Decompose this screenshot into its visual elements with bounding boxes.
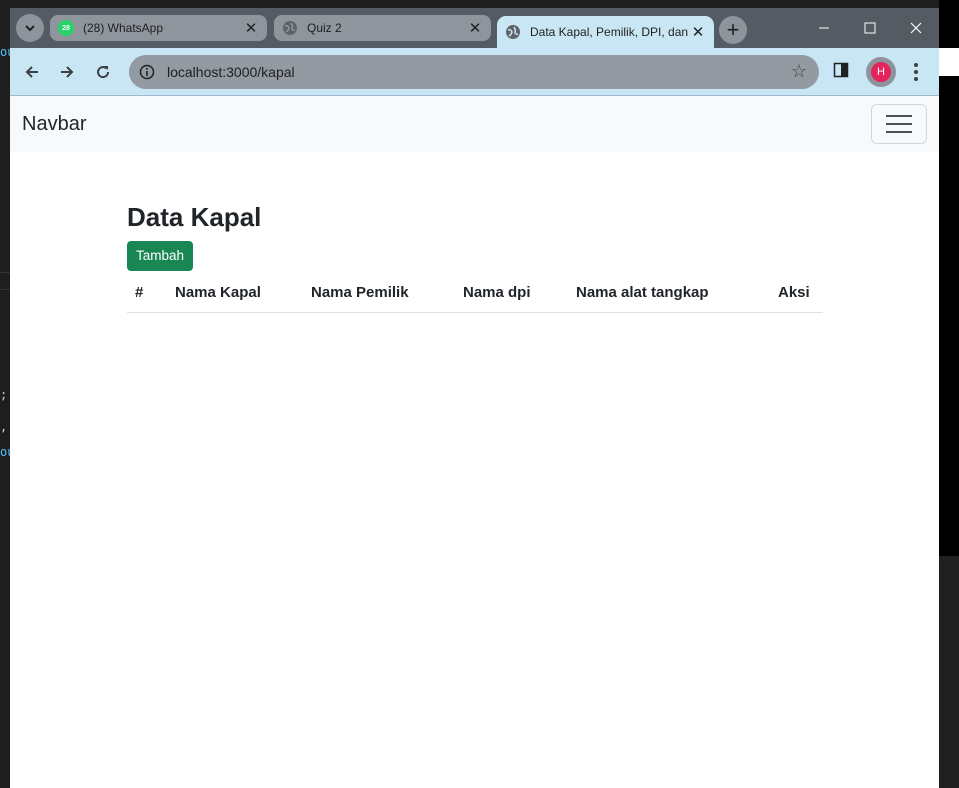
- navbar-brand[interactable]: Navbar: [22, 113, 86, 136]
- globe-icon: [282, 20, 298, 36]
- tab-title: Data Kapal, Pemilik, DPI, dan: [530, 25, 688, 39]
- reload-button[interactable]: [89, 58, 117, 86]
- add-button[interactable]: Tambah: [127, 241, 194, 271]
- page-title: Data Kapal: [127, 202, 262, 232]
- column-header-nama-dpi: Nama dpi: [463, 275, 576, 313]
- column-header-nama-kapal: Nama Kapal: [175, 275, 311, 313]
- close-icon[interactable]: ✕: [465, 19, 485, 37]
- side-panel-button[interactable]: [833, 62, 849, 78]
- code-fragment: ,: [0, 420, 8, 434]
- bookmark-star-icon[interactable]: ☆: [791, 61, 807, 82]
- minimize-icon: [819, 27, 829, 29]
- page-navbar: Navbar: [10, 96, 939, 152]
- avatar: H: [871, 62, 891, 82]
- column-header-aksi: Aksi: [778, 275, 823, 313]
- whatsapp-icon: 28: [58, 20, 74, 36]
- close-icon[interactable]: ✕: [241, 19, 261, 37]
- forward-button[interactable]: [53, 58, 81, 86]
- column-header-number: #: [127, 275, 175, 313]
- chevron-down-icon: [25, 25, 35, 32]
- whatsapp-badge: 28: [62, 24, 70, 32]
- back-button[interactable]: [18, 58, 46, 86]
- tab-strip: 28 (28) WhatsApp ✕ Quiz 2 ✕ Data Kapal, …: [10, 8, 939, 48]
- window-close-button[interactable]: [893, 16, 939, 40]
- reload-icon: [97, 66, 110, 79]
- info-icon[interactable]: [137, 62, 157, 82]
- side-panel-icon: [833, 62, 849, 78]
- browser-menu-button[interactable]: [906, 58, 926, 86]
- background-editor: ou ; , ou: [0, 0, 14, 788]
- maximize-icon: [864, 22, 876, 34]
- minimize-button[interactable]: [801, 16, 847, 40]
- tab-quiz[interactable]: Quiz 2 ✕: [274, 15, 491, 41]
- column-header-nama-pemilik: Nama Pemilik: [311, 275, 463, 313]
- url-text[interactable]: localhost:3000/kapal: [167, 64, 295, 80]
- maximize-button[interactable]: [847, 16, 893, 40]
- tab-data-kapal[interactable]: Data Kapal, Pemilik, DPI, dan ✕: [497, 16, 714, 48]
- column-header-nama-alat-tangkap: Nama alat tangkap: [576, 275, 778, 313]
- address-bar[interactable]: localhost:3000/kapal ☆: [129, 55, 819, 89]
- table-header-row: # Nama Kapal Nama Pemilik Nama dpi Nama …: [127, 275, 823, 313]
- close-icon: [910, 22, 922, 34]
- code-fragment: ;: [0, 388, 8, 402]
- profile-button[interactable]: H: [866, 57, 896, 87]
- editor-divider: [0, 272, 10, 273]
- background-window: [939, 0, 959, 788]
- tab-search-button[interactable]: [16, 14, 44, 42]
- tab-title: (28) WhatsApp: [83, 21, 164, 35]
- browser-window: 28 (28) WhatsApp ✕ Quiz 2 ✕ Data Kapal, …: [10, 8, 939, 788]
- tab-whatsapp[interactable]: 28 (28) WhatsApp ✕: [50, 15, 267, 41]
- more-vert-icon: [914, 63, 918, 67]
- arrow-left-icon: [25, 66, 38, 78]
- main-content: Data Kapal Tambah # Nama Kapal Nama Pemi…: [127, 198, 823, 313]
- globe-icon: [505, 24, 521, 40]
- tab-title: Quiz 2: [307, 21, 342, 35]
- data-table: # Nama Kapal Nama Pemilik Nama dpi Nama …: [127, 275, 823, 313]
- new-tab-button[interactable]: +: [719, 16, 747, 44]
- editor-divider: [0, 289, 10, 290]
- plus-icon: +: [726, 17, 740, 42]
- close-icon[interactable]: ✕: [688, 23, 708, 41]
- browser-toolbar: localhost:3000/kapal ☆ H: [10, 48, 939, 96]
- arrow-right-icon: [61, 66, 74, 78]
- navbar-toggler-button[interactable]: [871, 104, 927, 144]
